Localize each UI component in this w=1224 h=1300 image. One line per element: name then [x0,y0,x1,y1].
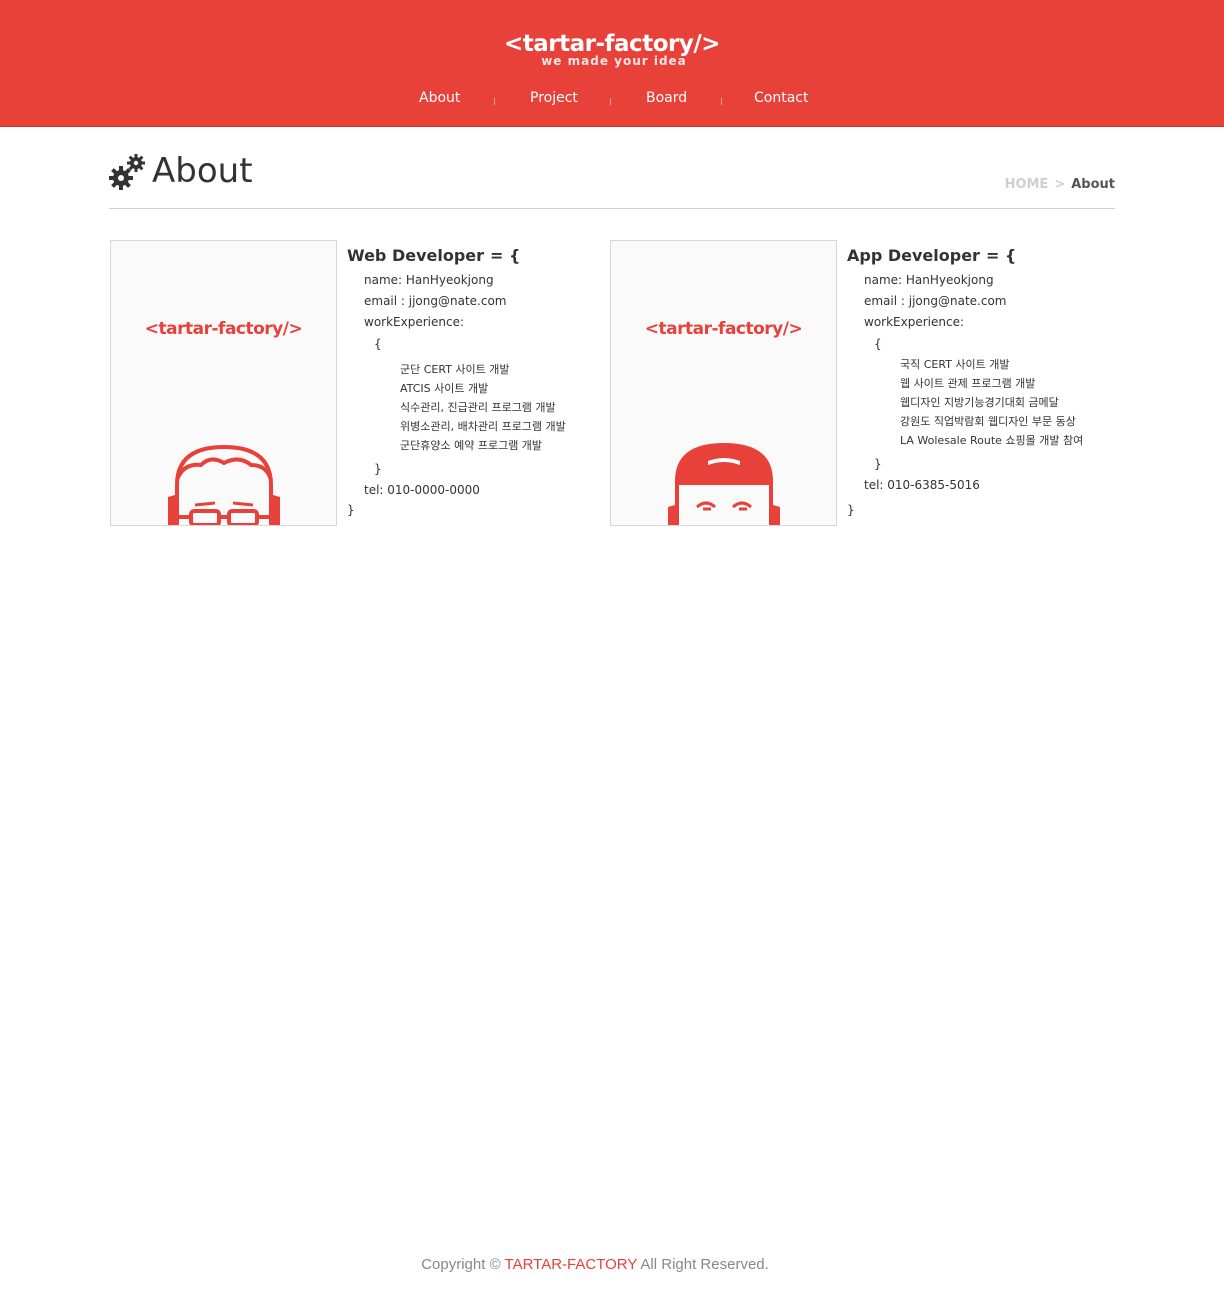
name-line: name: HanHyeokjong [364,273,494,287]
site-header: <tartar-factory/> we made your idea Abou… [0,0,1224,127]
work-item: 군단휴양소 예약 프로그램 개발 [400,439,543,452]
nav-separator [494,98,495,105]
profile-info: Web Developer = { name: HanHyeokjong emai… [347,244,597,534]
email-line: email : jjong@nate.com [364,294,507,308]
nav-contact[interactable]: Contact [754,90,808,106]
copyright-brand[interactable]: TARTAR-FACTORY [505,1256,638,1273]
work-item: 웹디자인 지방기능경기대회 금메달 [900,396,1059,409]
card-logo: <tartar-factory/> [644,319,803,339]
tel-line: tel: 010-0000-0000 [364,483,480,497]
nav-separator [721,98,722,105]
card-logo: <tartar-factory/> [144,319,303,339]
cap-face-icon [668,442,780,525]
breadcrumb: HOME > About [1005,176,1115,194]
logo-tagline: we made your idea [541,54,687,68]
work-item: 강원도 직업박람회 웹디자인 부문 동상 [900,415,1076,428]
work-item: 식수관리, 진급관리 프로그램 개발 [400,401,556,414]
work-item: 군단 CERT 사이트 개발 [400,363,510,376]
nav-about[interactable]: About [419,90,460,106]
breadcrumb-separator: > [1054,177,1066,192]
role-line: App Developer = { [847,244,1109,268]
gears-icon [109,154,145,190]
work-label: workExperience: [364,315,465,329]
copyright-suffix: All Right Reserved. [640,1256,769,1273]
close-brace: } [847,503,855,517]
main-nav: About Project Board Contact [0,90,1224,112]
breadcrumb-current: About [1071,177,1115,192]
work-item: 위병소관리, 배차관리 프로그램 개발 [400,420,566,433]
role-line: Web Developer = { [347,244,597,268]
close-brace: } [347,503,355,517]
work-item: ATCIS 사이트 개발 [400,382,489,395]
site-logo[interactable]: <tartar-factory/> we made your idea [0,30,1224,68]
work-item: 웹 사이트 관제 프로그램 개발 [900,377,1036,390]
site-footer: Copyright © TARTAR-FACTORY All Right Res… [0,1256,1190,1273]
close-brace: } [874,457,882,471]
email-line: email : jjong@nate.com [864,294,1007,308]
breadcrumb-home[interactable]: HOME [1005,177,1049,192]
page-title: About [152,151,253,191]
role-assign: = { [490,246,521,265]
page-heading: About HOME > About [109,150,1115,209]
open-brace: { [374,337,382,351]
profile-card: <tartar-factory/> [610,240,837,526]
role-title: App Developer [847,246,980,265]
role-assign: = { [985,246,1017,265]
profile-info: App Developer = { name: HanHyeokjong emai… [847,244,1109,534]
work-item: 국직 CERT 사이트 개발 [900,358,1010,371]
copyright-prefix: Copyright © [421,1256,501,1273]
role-title: Web Developer [347,246,485,265]
nav-board[interactable]: Board [646,90,687,106]
nav-project[interactable]: Project [530,90,578,106]
work-item: LA Wolesale Route 쇼핑몰 개발 참여 [900,434,1084,447]
close-brace: } [374,462,382,476]
work-label: workExperience: [864,315,965,329]
glasses-face-icon [168,444,280,525]
open-brace: { [874,337,882,351]
tel-line: tel: 010-6385-5016 [864,478,980,492]
name-line: name: HanHyeokjong [864,273,994,287]
profile-card: <tartar-factory/> [110,240,337,526]
nav-separator [610,98,611,105]
